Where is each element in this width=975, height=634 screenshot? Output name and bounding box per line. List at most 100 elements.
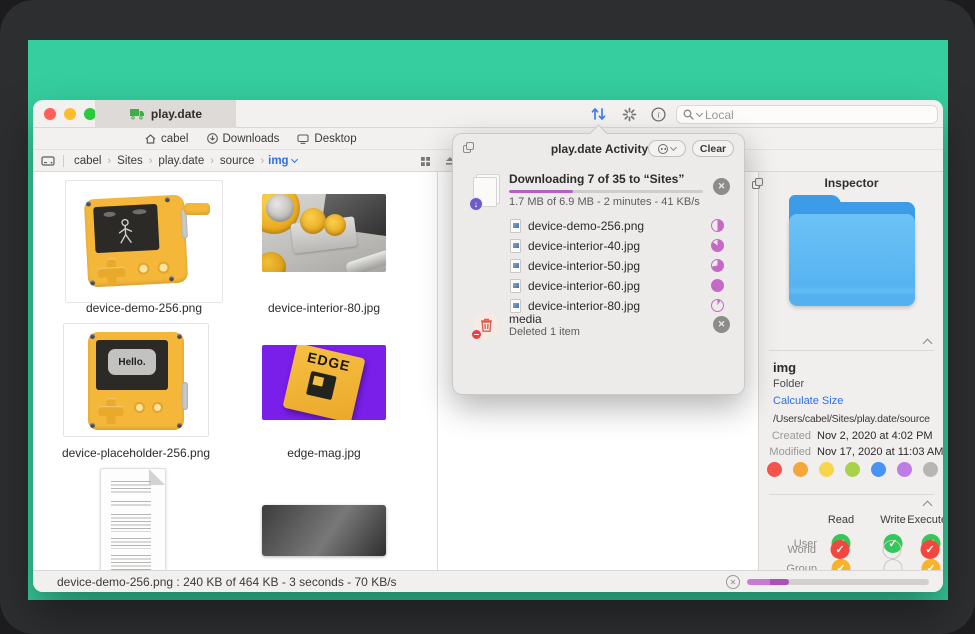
- activity-file-row[interactable]: device-interior-40.jpg: [453, 236, 746, 256]
- file-thumbnail-edge-mag[interactable]: EDGE: [262, 345, 386, 420]
- perm-world-write[interactable]: [883, 540, 902, 559]
- status-bar: device-demo-256.png : 240 KB of 464 KB -…: [33, 570, 943, 592]
- inspector-path: /Users/cabel/Sites/play.date/source: [773, 413, 930, 425]
- perm-world-read[interactable]: ✓: [831, 540, 850, 559]
- status-progress-bar: [747, 579, 929, 585]
- dismiss-deleted-button[interactable]: ✕: [713, 316, 730, 333]
- crumb-playdate[interactable]: play.date: [156, 155, 206, 167]
- activity-file-row[interactable]: device-demo-256.png: [453, 216, 746, 236]
- transmit-window: play.date i Local cabel: [33, 100, 943, 592]
- deleted-item-detail: Deleted 1 item: [509, 326, 580, 338]
- perm-world-execute[interactable]: ✓: [921, 540, 940, 559]
- crumb-current-img[interactable]: img: [268, 155, 296, 167]
- calculate-size-link[interactable]: Calculate Size: [773, 395, 843, 407]
- favorite-cabel[interactable]: cabel: [145, 133, 189, 145]
- transfer-detail: 1.7 MB of 6.9 MB - 2 minutes - 41 KB/s: [509, 196, 700, 208]
- title-tab-bar: play.date i Local: [33, 100, 943, 128]
- file-name-label[interactable]: device-placeholder-256.png: [41, 446, 231, 460]
- trash-icon: [473, 312, 499, 338]
- inspector-file-kind: Folder: [773, 378, 804, 390]
- close-window-button[interactable]: [44, 108, 56, 120]
- file-progress-pie: [711, 259, 724, 272]
- created-value: Nov 2, 2020 at 4:02 PM: [817, 430, 933, 442]
- minimize-window-button[interactable]: [64, 108, 76, 120]
- crumb-sites[interactable]: Sites: [115, 155, 145, 167]
- activity-file-name: device-interior-40.jpg: [528, 239, 640, 253]
- activity-file-name: device-interior-50.jpg: [528, 259, 640, 273]
- activity-file-row[interactable]: device-interior-80.jpg: [453, 296, 746, 316]
- favorite-downloads[interactable]: Downloads: [207, 133, 280, 145]
- perm-row-world: World: [772, 544, 816, 556]
- created-row: Created Nov 2, 2020 at 4:02 PM: [759, 430, 943, 442]
- section-divider: [769, 494, 934, 495]
- search-icon: [683, 109, 694, 120]
- file-progress-pie: [711, 239, 724, 252]
- search-scope-chevron-icon: [696, 110, 703, 117]
- file-thumbnail-gradient[interactable]: [262, 505, 386, 556]
- section-divider: [769, 350, 934, 351]
- hello-speech-bubble: Hello.: [108, 349, 156, 375]
- status-progress-fill: [747, 579, 789, 585]
- activity-filter-menu-button[interactable]: [648, 140, 686, 157]
- label-dot-green[interactable]: [845, 462, 860, 477]
- svg-text:i: i: [657, 109, 660, 119]
- truck-icon: [129, 109, 145, 120]
- screen-frame: play.date i Local cabel: [0, 0, 975, 634]
- favorite-label: cabel: [161, 133, 189, 145]
- magazine-title: EDGE: [293, 345, 365, 376]
- favorite-label: Desktop: [314, 133, 356, 145]
- status-cancel-icon[interactable]: ✕: [726, 575, 740, 589]
- cancel-transfer-button[interactable]: ✕: [713, 178, 730, 195]
- deleted-badge-icon: [471, 329, 482, 340]
- label-color-dots: [759, 462, 943, 477]
- chevron-down-icon: [291, 156, 298, 163]
- created-label: Created: [759, 430, 817, 442]
- modified-row: Modified Nov 17, 2020 at 11:03 AM: [759, 446, 943, 458]
- pane-divider[interactable]: [437, 172, 438, 570]
- desktop-icon: [297, 134, 309, 144]
- file-name-label[interactable]: edge-mag.jpg: [229, 446, 419, 460]
- activity-file-row[interactable]: device-interior-50.jpg: [453, 256, 746, 276]
- perm-header-write: Write: [880, 514, 905, 526]
- crumb-source[interactable]: source: [218, 155, 257, 167]
- file-thumbnail-text-document[interactable]: [100, 468, 166, 570]
- sync-spinner-icon[interactable]: [618, 104, 640, 124]
- info-button[interactable]: i: [647, 104, 669, 124]
- tab-playdate[interactable]: play.date: [95, 100, 236, 128]
- activity-file-name: device-interior-80.jpg: [528, 299, 640, 313]
- perm-world-row: World ✓ ✓: [758, 540, 943, 566]
- view-grid-icon[interactable]: [421, 157, 430, 166]
- file-name-label[interactable]: device-interior-80.jpg: [229, 301, 419, 315]
- file-thumbnail-device-demo[interactable]: [65, 180, 223, 303]
- transfer-progress-bar: [509, 190, 703, 193]
- modified-value: Nov 17, 2020 at 11:03 AM: [817, 446, 943, 458]
- label-dot-red[interactable]: [767, 462, 782, 477]
- clear-button[interactable]: Clear: [692, 140, 734, 157]
- detach-panel-icon[interactable]: [752, 178, 763, 189]
- favorite-desktop[interactable]: Desktop: [297, 133, 356, 145]
- label-dot-blue[interactable]: [871, 462, 886, 477]
- crumb-cabel[interactable]: cabel: [72, 155, 104, 167]
- label-dot-purple[interactable]: [897, 462, 912, 477]
- collapse-permissions-chevron-icon[interactable]: [923, 501, 933, 511]
- search-input[interactable]: Local: [676, 105, 938, 124]
- file-name-label[interactable]: device-demo-256.png: [49, 301, 239, 315]
- crumb-chevron: ›: [145, 155, 157, 167]
- deleted-item-name: media: [509, 312, 542, 326]
- image-file-icon: [510, 219, 521, 233]
- file-thumbnail-device-placeholder[interactable]: Hello.: [63, 323, 209, 437]
- path-separator: [63, 155, 64, 167]
- label-dot-yellow[interactable]: [819, 462, 834, 477]
- file-thumbnail-device-interior[interactable]: [262, 194, 386, 272]
- favorite-label: Downloads: [223, 133, 280, 145]
- file-progress-pie: [711, 279, 724, 292]
- collapse-preview-chevron-icon[interactable]: [923, 339, 933, 349]
- activity-file-row[interactable]: device-interior-60.jpg: [453, 276, 746, 296]
- inspector-panel: Inspector img Folder Calculate Size /Use…: [758, 172, 943, 570]
- label-dot-gray[interactable]: [923, 462, 938, 477]
- modified-label: Modified: [759, 446, 817, 458]
- image-file-icon: [510, 259, 521, 273]
- activity-toggle-button[interactable]: [587, 104, 609, 124]
- crumb-chevron: ›: [104, 155, 116, 167]
- label-dot-orange[interactable]: [793, 462, 808, 477]
